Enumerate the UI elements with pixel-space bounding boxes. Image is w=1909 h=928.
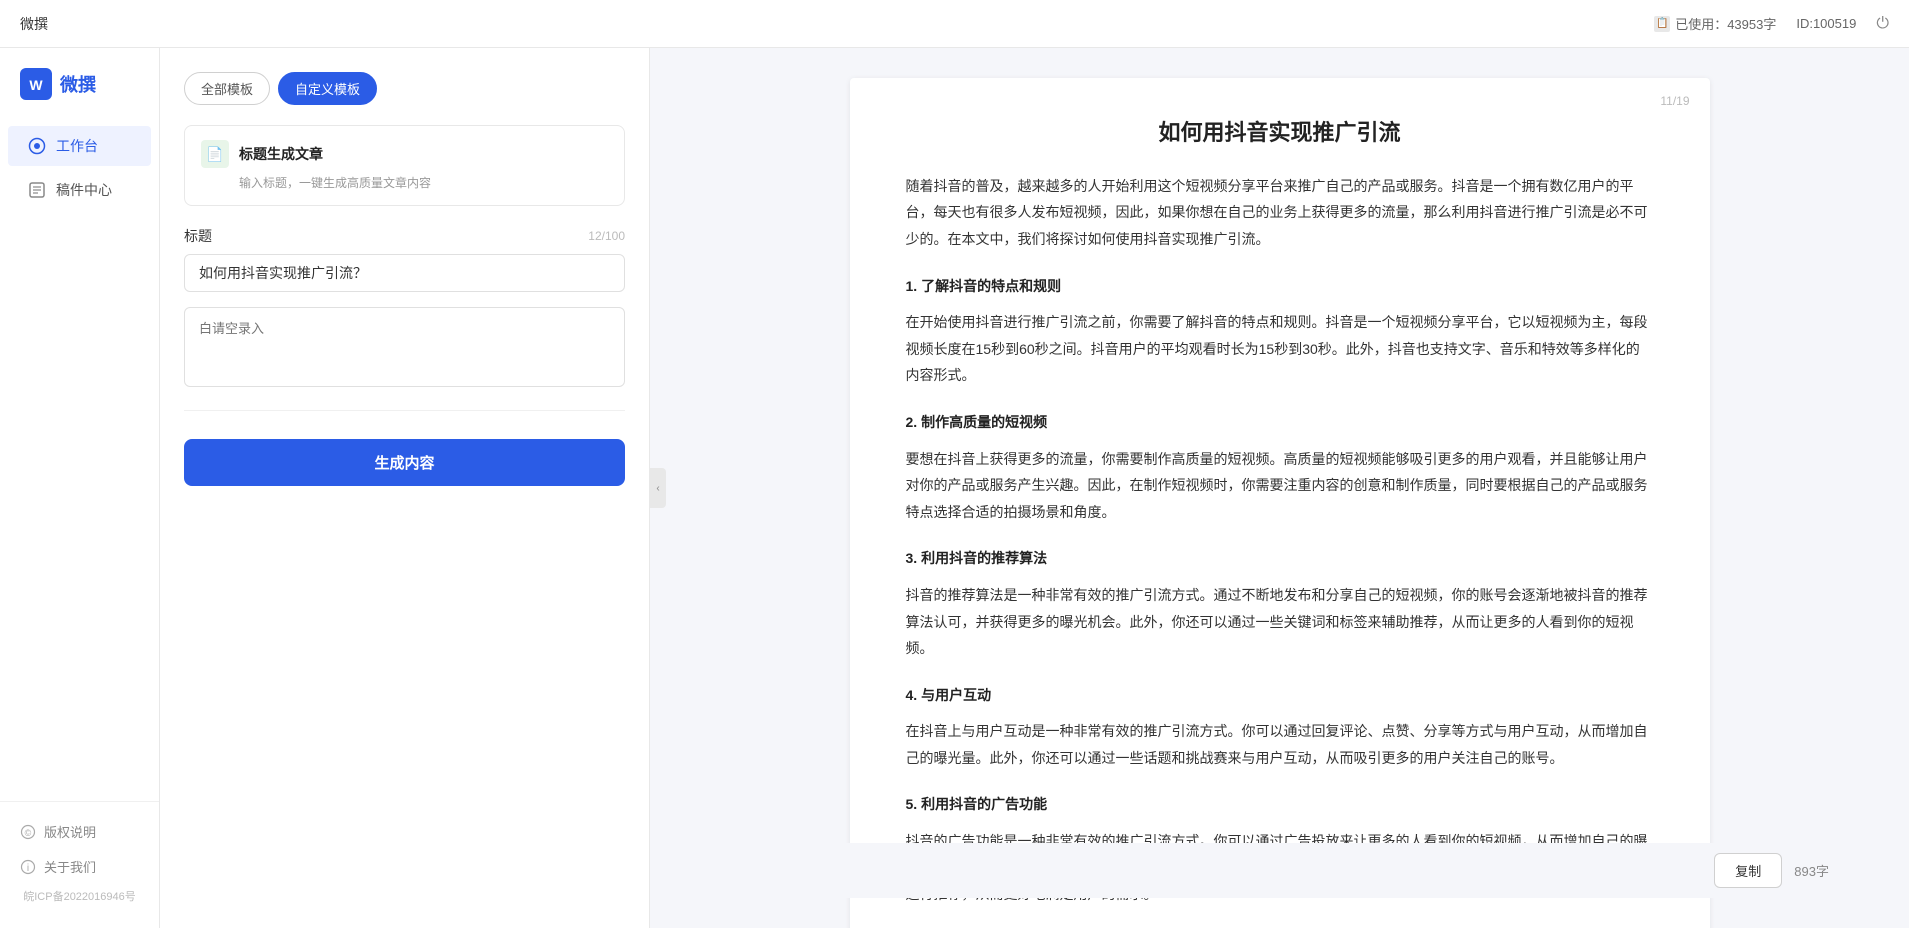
sidebar-item-drafts[interactable]: 稿件中心 [8, 170, 151, 210]
sidebar-item-about[interactable]: i 关于我们 [0, 849, 159, 884]
template-card-icon: 📄 [201, 140, 229, 168]
logo-text: 微撰 [60, 71, 96, 97]
form-label-row: 标题 12/100 [184, 226, 625, 246]
title-counter: 12/100 [588, 229, 625, 243]
sidebar: W 微撰 工作台 稿件中心 © [0, 48, 160, 928]
generate-button[interactable]: 生成内容 [184, 439, 625, 486]
svg-text:i: i [27, 863, 29, 874]
title-label: 标题 [184, 226, 212, 246]
content-area: 全部模板 自定义模板 📄 标题生成文章 输入标题，一键生成高质量文章内容 标题 … [160, 48, 1909, 928]
main-layout: W 微撰 工作台 稿件中心 © [0, 48, 1909, 928]
topbar-right: 📋 已使用：43953字 ID:100519 ⏻ [1654, 14, 1889, 33]
copy-button[interactable]: 复制 [1714, 853, 1782, 888]
collapse-toggle[interactable]: ‹ [650, 468, 666, 508]
logo: W 微撰 [0, 68, 159, 124]
doc-body: 随着抖音的普及，越来越多的人开始利用这个短视频分享平台来推广自己的产品或服务。抖… [906, 173, 1654, 908]
page-number: 11/19 [1660, 94, 1689, 108]
usage-icon: 📋 [1654, 16, 1670, 32]
title-input[interactable] [184, 254, 625, 292]
doc-footer: 复制 893字 [690, 843, 1869, 898]
right-panel: 11/19 如何用抖音实现推广引流 随着抖音的普及，越来越多的人开始利用这个短视… [650, 48, 1909, 928]
about-label: 关于我们 [44, 857, 96, 876]
drafts-icon [28, 181, 46, 199]
usage-display: 📋 已使用：43953字 [1654, 14, 1776, 33]
form-section: 标题 12/100 [184, 226, 625, 390]
content-textarea[interactable] [184, 307, 625, 387]
template-card-header: 📄 标题生成文章 [201, 140, 608, 168]
form-divider [184, 410, 625, 411]
copyright-label: 版权说明 [44, 822, 96, 841]
template-card[interactable]: 📄 标题生成文章 输入标题，一键生成高质量文章内容 [184, 125, 625, 206]
sidebar-item-copyright[interactable]: © 版权说明 [0, 814, 159, 849]
template-card-desc: 输入标题，一键生成高质量文章内容 [201, 174, 608, 191]
workbench-label: 工作台 [56, 136, 98, 156]
tab-all-templates[interactable]: 全部模板 [184, 72, 270, 105]
left-panel: 全部模板 自定义模板 📄 标题生成文章 输入标题，一键生成高质量文章内容 标题 … [160, 48, 650, 928]
icp-text: 皖ICP备2022016946号 [0, 884, 159, 908]
doc-title: 如何用抖音实现推广引流 [906, 118, 1654, 149]
sidebar-item-workbench[interactable]: 工作台 [8, 126, 151, 166]
about-icon: i [20, 859, 36, 875]
word-count: 893字 [1794, 861, 1829, 880]
svg-text:W: W [29, 77, 43, 93]
tab-custom-templates[interactable]: 自定义模板 [278, 72, 377, 105]
sidebar-bottom: © 版权说明 i 关于我们 皖ICP备2022016946号 [0, 801, 159, 908]
svg-text:©: © [25, 828, 32, 838]
logo-icon: W [20, 68, 52, 100]
workbench-icon [28, 137, 46, 155]
topbar: 微撰 📋 已使用：43953字 ID:100519 ⏻ [0, 0, 1909, 48]
copyright-icon: © [20, 824, 36, 840]
document-container: 11/19 如何用抖音实现推广引流 随着抖音的普及，越来越多的人开始利用这个短视… [850, 78, 1710, 928]
topbar-title: 微撰 [20, 14, 48, 34]
template-card-title: 标题生成文章 [239, 144, 323, 164]
id-label: ID:100519 [1796, 16, 1856, 31]
logout-button[interactable]: ⏻ [1876, 15, 1889, 33]
usage-label: 已使用：43953字 [1675, 14, 1776, 33]
drafts-label: 稿件中心 [56, 180, 112, 200]
template-tabs: 全部模板 自定义模板 [184, 72, 625, 105]
